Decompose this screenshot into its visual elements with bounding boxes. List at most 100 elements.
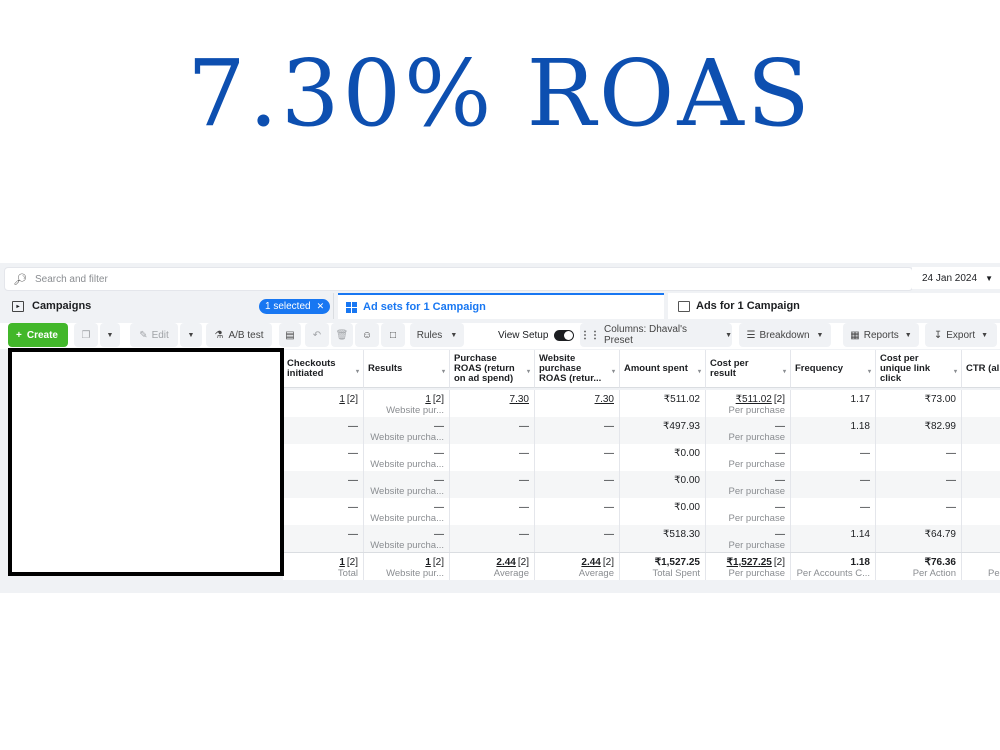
table-cell: — bbox=[283, 444, 364, 471]
table-cell: — bbox=[876, 498, 962, 525]
table-cell: — bbox=[535, 417, 620, 444]
table-row[interactable]: — — Website purcha... — — ₹0.00— Per purchase —… bbox=[283, 471, 1000, 498]
calendar-button[interactable]: ▤ bbox=[279, 323, 301, 347]
sort-icon[interactable]: ▾ bbox=[954, 367, 957, 377]
duplicate-dropdown[interactable]: ▼ bbox=[100, 323, 120, 347]
view-setup[interactable]: View Setup bbox=[498, 323, 578, 347]
table-row[interactable]: 1 [2] 1 [2] Website pur... 7.30 7.30 ₹511.02 ₹51… bbox=[283, 390, 1000, 417]
toggle-switch[interactable] bbox=[554, 329, 575, 341]
column-header-label: CTR (al bbox=[966, 363, 999, 374]
cell-value-text: — bbox=[348, 448, 358, 459]
columns-label: Columns: Dhaval's Preset bbox=[604, 324, 688, 346]
cell-value-text: ₹64.79 bbox=[924, 529, 956, 540]
sort-icon[interactable]: ▾ bbox=[783, 367, 786, 377]
date-range-label: 24 Jan 2024 bbox=[922, 272, 978, 284]
cell-value-text: — bbox=[348, 421, 358, 432]
cell-subtext: Website pur... bbox=[386, 405, 444, 416]
cell-value-text: ₹0.00 bbox=[674, 502, 700, 513]
rules-button[interactable]: Rules ▼ bbox=[410, 323, 464, 347]
search-filter-bar[interactable]: 🔎︎ Search and filter bbox=[4, 267, 913, 291]
column-header[interactable]: Amount spent ▾ bbox=[620, 350, 706, 388]
edit-button[interactable]: ✎ Edit bbox=[130, 323, 178, 347]
column-header[interactable]: Purchase ROAS (return on ad spend) ▾ bbox=[450, 350, 535, 388]
column-header-line: ROAS (return bbox=[454, 362, 515, 374]
table-cell: ₹0.00 bbox=[620, 498, 706, 525]
export-button[interactable]: ↧ Export ▼ bbox=[925, 323, 997, 347]
cell-value: 1 [2] bbox=[425, 557, 444, 568]
column-header[interactable]: CTR (al bbox=[962, 350, 1000, 388]
reports-button[interactable]: ▦ Reports ▼ bbox=[843, 323, 919, 347]
column-header[interactable]: Website purchase ROAS (retur... ▾ bbox=[535, 350, 620, 388]
delete-button[interactable]: 🗑︎ bbox=[331, 323, 353, 347]
duplicate-button[interactable]: ❐ bbox=[74, 323, 98, 347]
cell-subtext: Website purcha... bbox=[370, 432, 444, 443]
column-header-label: Cost per result bbox=[710, 358, 749, 379]
edit-dropdown[interactable]: ▼ bbox=[180, 323, 202, 347]
table-row[interactable]: — — Website purcha... — — ₹497.93— Per purchas… bbox=[283, 417, 1000, 444]
column-header[interactable]: Checkouts initiated ▾ bbox=[283, 350, 364, 388]
close-icon[interactable]: ✕ bbox=[317, 301, 325, 312]
cell-value-text: — bbox=[775, 421, 785, 432]
chevron-down-icon: ▼ bbox=[450, 331, 458, 339]
rules-label: Rules bbox=[416, 329, 443, 341]
comment-button[interactable]: □ bbox=[381, 323, 405, 347]
sort-icon[interactable]: ▾ bbox=[527, 367, 530, 377]
table-cell: ₹1,527.25 [2] Per purchase bbox=[706, 553, 791, 580]
ab-test-button[interactable]: ⚗ A/B test bbox=[206, 323, 272, 347]
table-cell: ₹0.00 bbox=[620, 444, 706, 471]
table-row[interactable]: — — Website purcha... — — ₹518.30— Per purchas… bbox=[283, 525, 1000, 552]
column-header-line: Amount spent bbox=[624, 362, 688, 374]
search-icon: 🔎︎ bbox=[13, 273, 27, 286]
cell-value: — bbox=[348, 421, 358, 432]
column-header[interactable]: Frequency ▾ bbox=[791, 350, 876, 388]
table-cell: ₹82.99 bbox=[876, 417, 962, 444]
tab-ads[interactable]: Ads for 1 Campaign bbox=[668, 293, 1000, 319]
table-row[interactable]: — — Website purcha... — — ₹0.00— Per purchase —… bbox=[283, 444, 1000, 471]
tab-adsets[interactable]: Ad sets for 1 Campaign bbox=[338, 293, 664, 319]
cell-value: ₹76.36 bbox=[925, 557, 956, 568]
columns-button[interactable]: ⋮⋮ Columns: Dhaval's Preset ▼ bbox=[580, 323, 732, 347]
sort-icon[interactable]: ▾ bbox=[612, 367, 615, 377]
column-header[interactable]: Cost per unique link click ▾ bbox=[876, 350, 962, 388]
selected-badge[interactable]: 1 selected ✕ bbox=[259, 299, 331, 314]
table-row[interactable]: — — Website purcha... — — ₹0.00— Per purchase —… bbox=[283, 498, 1000, 525]
cell-value-text: — bbox=[860, 475, 870, 486]
sort-icon[interactable]: ▾ bbox=[442, 367, 445, 377]
table-cell: ₹73.00 bbox=[876, 390, 962, 417]
sort-icon[interactable]: ▾ bbox=[698, 367, 701, 377]
cell-value-text: — bbox=[434, 502, 444, 513]
cell-value: ₹497.93 bbox=[663, 421, 700, 432]
cell-subtext: Per purchase bbox=[728, 486, 785, 497]
cell-value: — bbox=[860, 502, 870, 513]
ad-icon bbox=[678, 300, 690, 312]
cell-value-text: — bbox=[946, 475, 956, 486]
cell-value: 7.30 bbox=[510, 394, 529, 405]
people-button[interactable]: ☺ bbox=[355, 323, 379, 347]
sort-icon[interactable]: ▾ bbox=[356, 367, 359, 377]
cell-value-text: 1 bbox=[339, 394, 345, 405]
sort-icon[interactable]: ▾ bbox=[868, 367, 871, 377]
column-header[interactable]: Cost per result ▾ bbox=[706, 350, 791, 388]
cell-value: ₹64.79 bbox=[925, 529, 956, 540]
column-header-line: Cost per bbox=[880, 352, 919, 364]
cell-value: — bbox=[604, 475, 614, 486]
table-cell: ₹511.02 bbox=[620, 390, 706, 417]
breakdown-button[interactable]: ☰ Breakdown ▼ bbox=[739, 323, 831, 347]
table-cell bbox=[962, 417, 1000, 444]
flask-icon: ⚗ bbox=[214, 329, 224, 341]
table-cell: 1 [2] Website pur... bbox=[364, 390, 450, 417]
table-cell: — bbox=[962, 525, 1000, 552]
column-header-label: Frequency bbox=[795, 363, 843, 374]
table-cell bbox=[962, 390, 1000, 417]
cell-subtext: Per purchase bbox=[728, 540, 785, 551]
date-range-picker[interactable]: 24 Jan 2024 ▼ bbox=[912, 267, 1000, 289]
totals-row[interactable]: 1 [2] Total 1 [2] Website pur... 2.44 [2] Averag… bbox=[283, 552, 1000, 580]
cell-note: [2] bbox=[773, 557, 785, 568]
undo-button[interactable]: ↶ bbox=[305, 323, 329, 347]
cell-value-text: — bbox=[434, 421, 444, 432]
cell-value-text: ₹0.00 bbox=[674, 475, 700, 486]
cell-value-text: — bbox=[604, 421, 614, 432]
column-header[interactable]: Results ▾ bbox=[364, 350, 450, 388]
create-button[interactable]: + Create bbox=[8, 323, 68, 347]
tab-campaigns-label: Campaigns bbox=[32, 300, 92, 312]
